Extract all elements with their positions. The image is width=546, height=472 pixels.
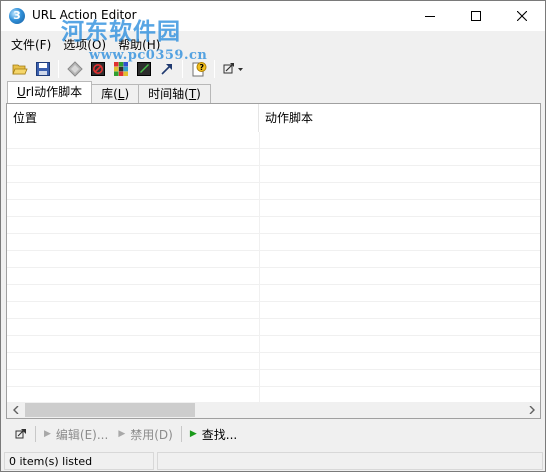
tab-timeline-label-end: ): [196, 87, 201, 101]
watermark-logo: 河东软件园: [61, 18, 181, 45]
action-bar: ▶ 编辑(E)... ▶ 禁用(D) ▶ 查找...: [1, 423, 545, 445]
close-icon: [517, 11, 527, 21]
edit-label: 编辑(E)...: [55, 427, 109, 442]
toolbar-separator: [214, 60, 215, 78]
status-item-count: 0 item(s) listed: [4, 452, 154, 470]
save-button[interactable]: [31, 58, 54, 80]
tab-timeline-label: 时间轴(: [148, 87, 189, 101]
tab-url-scripts-mnemonic: U: [17, 85, 26, 99]
disable-button[interactable]: ▶ 禁用(D): [113, 424, 178, 444]
find-label: 查找...: [201, 427, 238, 442]
app-window: 3 URL Action Editor 文件(F) 选项(O) 帮助(H) 河东…: [0, 0, 546, 472]
list-header: 位置 动作脚本: [7, 104, 540, 132]
tab-url-scripts-label: rl动作脚本: [25, 85, 83, 99]
action-separator: [180, 426, 182, 442]
link-icon: [15, 429, 26, 439]
arrow-button[interactable]: [155, 58, 178, 80]
tab-library-label-end: ): [124, 87, 130, 101]
edit-button[interactable]: ▶ 编辑(E)...: [39, 424, 113, 444]
toolbar-separator: [58, 60, 59, 78]
grid-icon: [113, 62, 128, 76]
find-button[interactable]: ▶ 查找...: [185, 424, 242, 444]
column-header-action-script[interactable]: 动作脚本: [259, 104, 540, 132]
save-icon: [35, 62, 50, 76]
grid-button[interactable]: [109, 58, 132, 80]
scroll-right-arrow-icon[interactable]: [523, 402, 540, 418]
link-dropdown-button[interactable]: [219, 58, 249, 80]
toolbar: ?: [1, 57, 545, 81]
stop-script-icon: [90, 62, 105, 76]
tab-timeline[interactable]: 时间轴(T): [138, 84, 211, 103]
horizontal-scrollbar[interactable]: [7, 402, 540, 418]
maximize-button[interactable]: [453, 1, 499, 31]
disable-label: 禁用(D): [130, 427, 173, 442]
list-body[interactable]: [7, 132, 540, 402]
close-button[interactable]: [499, 1, 545, 31]
play-icon: ▶: [189, 429, 197, 439]
svg-text:?: ?: [199, 63, 204, 72]
diamond-icon: [66, 61, 83, 77]
open-button[interactable]: [8, 58, 31, 80]
action-separator: [35, 426, 36, 442]
link-dropdown-icon: [223, 63, 243, 74]
maximize-icon: [471, 11, 481, 21]
tab-url-scripts[interactable]: Url动作脚本: [7, 81, 93, 103]
toolbar-separator: [182, 60, 183, 78]
scrollbar-thumb[interactable]: [25, 403, 195, 417]
tab-library[interactable]: 库(L): [91, 84, 140, 103]
help-icon: ?: [192, 62, 206, 77]
column-header-location[interactable]: 位置: [7, 104, 259, 132]
arrow-icon: [160, 64, 172, 75]
edit-script-button[interactable]: [132, 58, 155, 80]
status-pane: [157, 452, 543, 470]
minimize-icon: [425, 16, 435, 17]
diamond-button[interactable]: [63, 58, 86, 80]
edit-script-icon: [136, 62, 151, 76]
play-icon: ▶: [118, 429, 126, 439]
scroll-left-arrow-icon[interactable]: [7, 402, 24, 418]
column-divider: [259, 132, 260, 402]
script-list[interactable]: 位置 动作脚本: [6, 103, 541, 419]
open-icon: [11, 64, 28, 75]
app-icon: 3: [9, 8, 25, 24]
play-icon: ▶: [44, 429, 51, 439]
minimize-button[interactable]: [407, 1, 453, 31]
stop-script-button[interactable]: [86, 58, 109, 80]
tab-library-label: 库(: [101, 87, 118, 101]
menu-file[interactable]: 文件(F): [5, 35, 57, 55]
tab-strip: Url动作脚本 库(L) 时间轴(T): [7, 81, 211, 103]
status-bar: 0 item(s) listed: [1, 451, 545, 471]
help-button[interactable]: ?: [187, 58, 210, 80]
link-button[interactable]: [10, 424, 32, 444]
